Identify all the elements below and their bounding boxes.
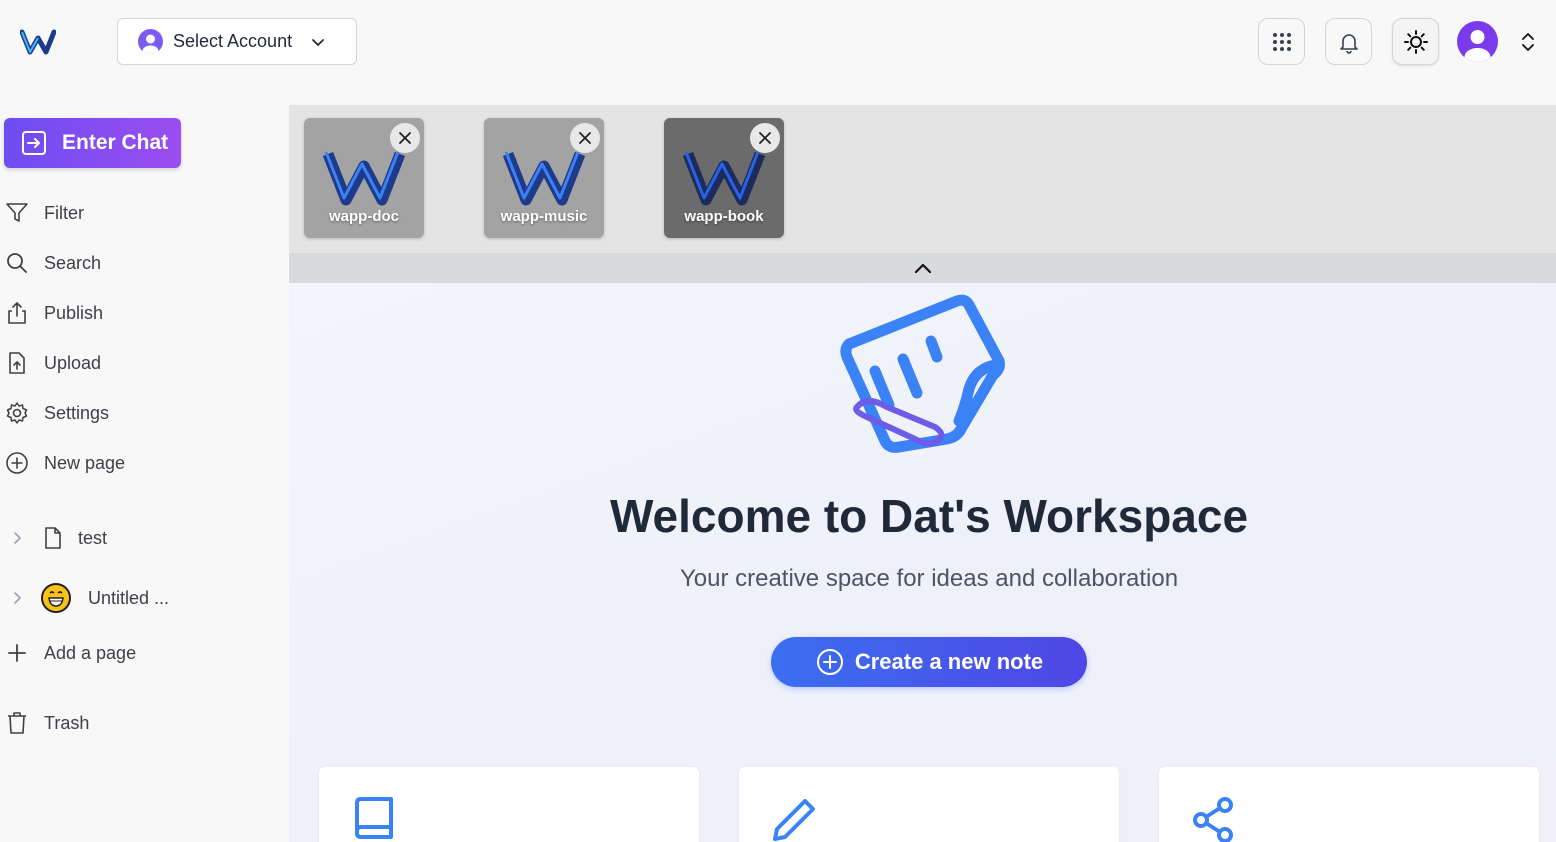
app-tile-label: wapp-doc (329, 208, 399, 225)
app-tile-wapp-music[interactable]: wapp-music (484, 118, 604, 238)
feature-card[interactable] (319, 767, 699, 842)
sidebar-item-filter[interactable]: Filter (4, 198, 84, 228)
page-item-untitled[interactable]: Untitled ... (8, 582, 169, 614)
main-content: Welcome to Dat's Workspace Your creative… (289, 283, 1556, 842)
sidebar-item-upload[interactable]: Upload (4, 348, 101, 378)
sidebar-item-label: Settings (44, 402, 110, 423)
document-icon (40, 525, 66, 551)
page-item-label: Untitled ... (88, 587, 170, 608)
collapse-apps-bar[interactable] (289, 253, 1556, 283)
sun-icon (1403, 29, 1428, 54)
enter-icon (22, 131, 46, 155)
wapp-logo-icon (502, 151, 586, 206)
account-select[interactable]: Select Account (117, 18, 357, 65)
notifications-button[interactable] (1325, 18, 1372, 65)
close-button[interactable] (750, 123, 780, 153)
app-tile-wapp-doc[interactable]: wapp-doc (304, 118, 424, 238)
sidebar-item-label: Upload (44, 352, 102, 373)
plus-circle-icon (816, 649, 843, 675)
sidebar-item-label: New page (44, 452, 126, 473)
close-icon (579, 132, 591, 144)
trash-button[interactable]: Trash (4, 708, 89, 738)
page-item-label: test (78, 527, 108, 548)
filter-icon (4, 200, 30, 226)
add-page-label: Add a page (44, 642, 137, 663)
sidebar: Enter Chat Filter Search Publish Upload … (0, 84, 289, 842)
feature-card[interactable] (1159, 767, 1539, 842)
wapp-logo-icon (322, 151, 406, 206)
sidebar-item-settings[interactable]: Settings (4, 398, 109, 428)
file-upload-icon (4, 350, 30, 376)
close-button[interactable] (570, 123, 600, 153)
app-tile-label: wapp-music (500, 208, 588, 225)
sidebar-item-search[interactable]: Search (4, 248, 101, 278)
enter-chat-button[interactable]: Enter Chat (4, 118, 181, 168)
wapp-logo-icon (682, 151, 766, 206)
trash-label: Trash (44, 712, 90, 733)
feature-card[interactable] (739, 767, 1119, 842)
close-icon (399, 132, 411, 144)
enter-chat-label: Enter Chat (62, 131, 169, 154)
theme-toggle-button[interactable] (1392, 18, 1439, 65)
chevron-up-icon (914, 263, 931, 274)
share-nodes-icon (1193, 797, 1233, 842)
app-tile-wapp-book[interactable]: wapp-book (664, 118, 784, 238)
sidebar-item-label: Publish (44, 302, 104, 323)
create-note-label: Create a new note (854, 649, 1044, 674)
trash-icon (4, 710, 30, 736)
user-circle-icon (138, 29, 163, 54)
pencil-icon (773, 799, 815, 841)
chevron-right-icon[interactable] (8, 528, 28, 548)
close-icon (759, 132, 771, 144)
apps-strip: wapp-doc wapp-music wapp-book (289, 105, 1556, 253)
sidebar-item-new-page[interactable]: New page (4, 448, 125, 478)
plus-icon (4, 640, 30, 666)
top-bar: Select Account (0, 0, 1556, 84)
sidebar-item-label: Search (44, 252, 102, 273)
book-icon (355, 797, 393, 839)
close-button[interactable] (390, 123, 420, 153)
page-subtitle: Your creative space for ideas and collab… (679, 565, 1179, 592)
chevron-down-icon (312, 38, 324, 46)
user-avatar-icon[interactable] (1457, 21, 1498, 62)
share-upload-icon (4, 300, 30, 326)
search-icon (4, 250, 30, 276)
note-logo-icon (840, 294, 1005, 453)
plus-circle-icon (4, 450, 30, 476)
sidebar-item-publish[interactable]: Publish (4, 298, 103, 328)
gear-icon (4, 400, 30, 426)
page-title: Welcome to Dat's Workspace (609, 490, 1249, 542)
grid-icon (1272, 32, 1291, 51)
apps-grid-button[interactable] (1258, 18, 1305, 65)
app-tile-label: wapp-book (684, 208, 764, 225)
bell-icon (1339, 33, 1358, 54)
sidebar-item-label: Filter (44, 202, 84, 223)
chevron-right-icon[interactable] (8, 588, 28, 608)
app-logo-icon[interactable] (20, 28, 56, 56)
page-item-test[interactable]: test (8, 522, 107, 554)
add-page-button[interactable]: Add a page (4, 638, 136, 668)
grinning-emoji-icon (41, 583, 71, 613)
account-select-label: Select Account (173, 31, 293, 51)
create-note-button[interactable]: Create a new note (771, 637, 1087, 687)
chevron-up-down-icon[interactable] (1519, 31, 1537, 53)
